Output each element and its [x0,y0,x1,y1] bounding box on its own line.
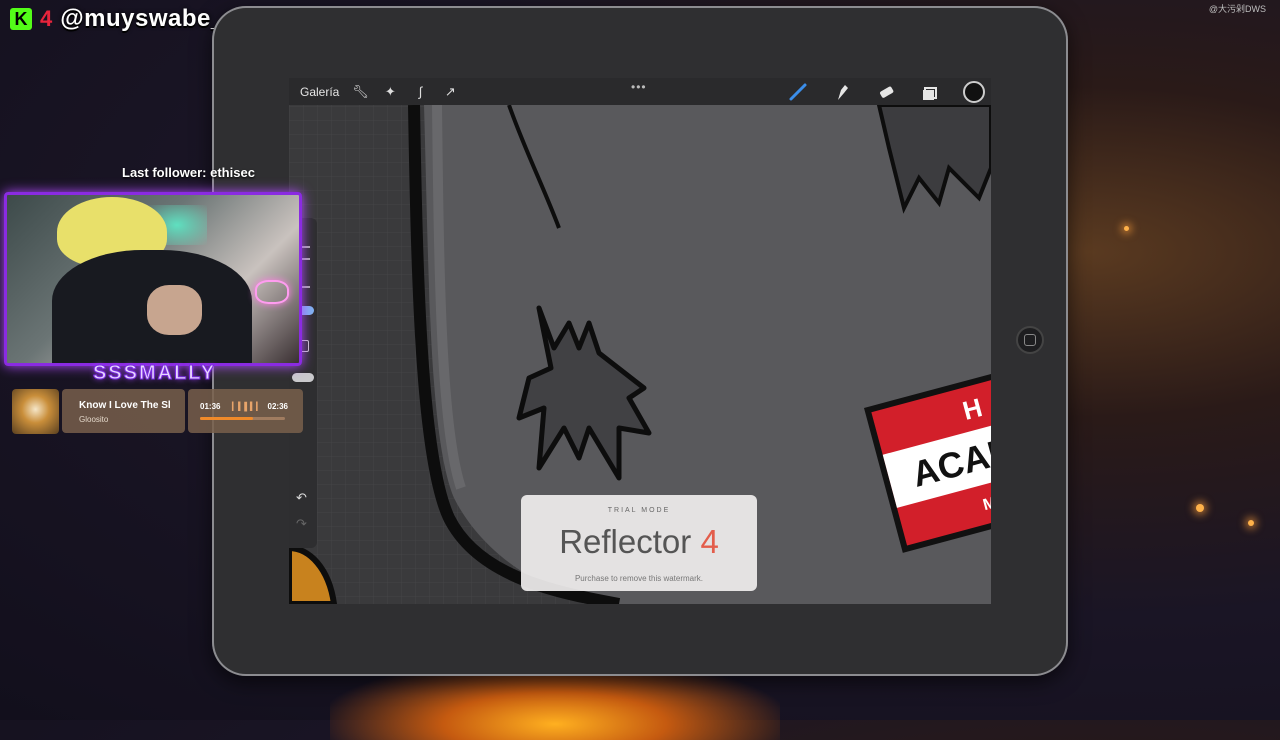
ipad-home-button[interactable] [1016,326,1044,354]
opacity-slider[interactable] [292,373,314,382]
trial-mode-label: TRIAL MODE [607,507,671,514]
webcam-neon [255,280,289,304]
track-time: 01:36 ▎▍▌▍▎ 02:36 [188,389,303,433]
streamer-name: SSSMALLY [92,362,217,385]
album-art [12,389,59,434]
reflector-title: Reflector 4 [521,523,757,561]
total-time: 02:36 [267,402,288,411]
menu-dots[interactable]: ••• [631,80,647,94]
magic-wand-icon[interactable]: ✦ [381,83,399,101]
corner-watermark: @大污剁DWS [1208,4,1266,14]
reflector-version: 4 [700,523,719,560]
track-info: Know I Love The Sl Gloosito [62,389,185,433]
kick-logo-icon: K [10,8,32,30]
track-artist: Gloosito [79,415,109,424]
brush-icon[interactable] [787,81,809,103]
procreate-toolbar: Galería 🔧︎ ✦ ∫ ↗ ••• [289,78,991,105]
undo-icon[interactable]: ↶ [296,490,307,506]
eraser-icon[interactable] [875,81,897,103]
reflector-name: Reflector [559,523,692,560]
background-spark [1124,226,1129,231]
webcam-feed [4,192,302,366]
webcam-face [147,285,202,335]
last-follower-label: Last follower: ethisec [122,165,255,180]
redo-icon[interactable]: ↷ [296,516,307,532]
audio-wave-icon: ▎▍▌▍▎ [232,402,263,411]
layers-icon[interactable] [919,81,941,103]
gallery-button[interactable]: Galería [300,85,339,99]
transform-arrow-icon[interactable]: ↗ [441,83,459,101]
color-icon[interactable] [963,81,985,103]
wrench-icon[interactable]: 🔧︎ [351,83,369,101]
viewer-count: 4 [40,6,53,31]
right-tools [787,81,985,103]
purchase-message: Purchase to remove this watermark. [574,574,704,583]
elapsed-time: 01:36 [200,402,221,411]
track-title: Know I Love The Sl [79,400,171,411]
smudge-icon[interactable] [831,81,853,103]
progress-fill [200,417,253,420]
now-playing-widget: Know I Love The Sl Gloosito 01:36 ▎▍▌▍▎ … [12,389,303,434]
reflector-watermark: TRIAL MODE Reflector 4 Purchase to remov… [521,495,757,591]
selection-icon[interactable]: ∫ [411,83,429,101]
background-spark [1248,520,1254,526]
progress-bar [200,417,285,420]
background-spark [1196,504,1204,512]
